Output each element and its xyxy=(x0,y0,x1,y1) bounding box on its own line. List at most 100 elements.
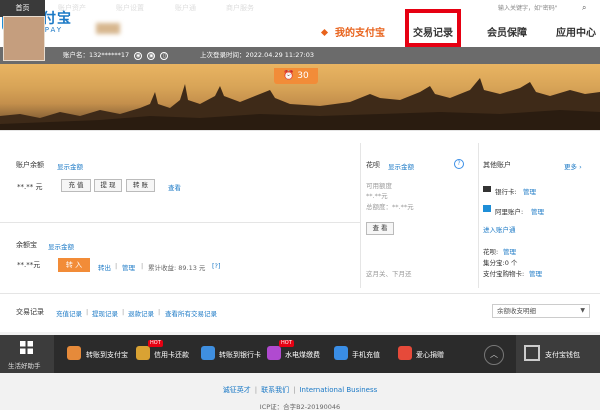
separator: | xyxy=(122,308,125,316)
huabei-account-label: 花呗: xyxy=(483,248,499,256)
recharge-button[interactable]: 充 值 xyxy=(61,179,91,192)
show-balance-link[interactable]: 显示金额 xyxy=(57,161,83,171)
avatar[interactable] xyxy=(3,16,45,61)
transfer-button[interactable]: 转 账 xyxy=(126,179,155,192)
alipay-wallet-label: 支付宝钱包 xyxy=(545,351,580,359)
subnav-home[interactable]: 首页 xyxy=(0,0,45,17)
footer-links: 诚征英才 | 联系我们 | International Business xyxy=(0,385,600,395)
grid-icon xyxy=(20,341,33,354)
search-icon[interactable]: ⌕ xyxy=(582,3,590,14)
huabei-view-button[interactable]: 查 看 xyxy=(366,222,394,235)
transfer-alipay-icon xyxy=(67,346,81,360)
subnav-settings[interactable]: 账户设置 xyxy=(116,0,144,17)
shopping-card-label: 支付宝购物卡: xyxy=(483,270,525,278)
utilities-icon xyxy=(267,346,281,360)
shopping-card-manage-link[interactable]: 管理 xyxy=(529,268,542,278)
trade-type-value: 余额收支明细 xyxy=(497,307,536,315)
username-redacted xyxy=(96,23,120,34)
bank-card-label: 银行卡: xyxy=(495,188,517,196)
contact-link[interactable]: 联系我们 xyxy=(261,386,289,394)
charity-donation-button[interactable]: 爱心捐赠 xyxy=(416,348,444,362)
search-input[interactable]: 输入关键字，如"密码" xyxy=(492,2,590,15)
help-icon[interactable]: ? xyxy=(454,159,464,169)
divider xyxy=(360,143,361,288)
credit-card-repay-button[interactable]: 信用卡还款 xyxy=(154,348,189,362)
more-label: 更多 xyxy=(564,163,577,171)
separator: | xyxy=(141,262,144,270)
icp-license: ICP证：合字B2-20190046 xyxy=(259,403,341,410)
separator: | xyxy=(86,308,89,316)
huabei-manage-link[interactable]: 管理 xyxy=(503,246,516,256)
recharge-records-link[interactable]: 充值记录 xyxy=(56,308,82,318)
yuebao-income: 累计收益: 89.13 元 xyxy=(148,264,206,272)
active-indicator-icon xyxy=(320,28,329,37)
manage-yuebao-link[interactable]: 管理 xyxy=(122,262,135,272)
separator: | xyxy=(158,308,161,316)
huabei-bill-note: 这月关、下月还 xyxy=(366,270,412,278)
avatar-tip-link[interactable]: 转账看头像，安全有保障 修改头像 xyxy=(124,26,216,35)
ali-account-manage-link[interactable]: 管理 xyxy=(531,206,544,216)
highlight-annotation xyxy=(405,9,461,47)
mobile-recharge-icon xyxy=(334,346,348,360)
credit-card-icon xyxy=(136,346,150,360)
huabei-available-label: 可用额度 xyxy=(366,182,392,190)
security-score-badge[interactable]: ⏰ 30 xyxy=(274,68,318,84)
subnav-assets[interactable]: 账户资产 xyxy=(58,0,86,17)
account-name-label: 账户名：132******17 xyxy=(63,51,130,59)
separator: | xyxy=(254,386,258,394)
last-login-time: 上次登录时间：2022.04.29 11:27:03 xyxy=(200,51,314,59)
transfer-to-bank-button[interactable]: 转账到银行卡 xyxy=(219,348,261,362)
qr-code-icon xyxy=(524,345,540,361)
more-link[interactable]: 更多 › xyxy=(564,161,582,171)
mobile-recharge-button[interactable]: 手机充值 xyxy=(352,348,380,362)
all-trade-records-link[interactable]: 查看所有交易记录 xyxy=(165,308,217,318)
nav-member-protection[interactable]: 会员保障 xyxy=(487,24,527,39)
bank-card-manage-link[interactable]: 管理 xyxy=(523,186,536,196)
international-link[interactable]: International Business xyxy=(299,386,377,394)
subnav-merchant[interactable]: 商户服务 xyxy=(226,0,254,17)
bank-transfer-icon xyxy=(201,346,215,360)
ali-account-label: 阿里账户: xyxy=(495,208,524,216)
transfer-out-link[interactable]: 转出 xyxy=(98,262,111,272)
hot-badge: HOT xyxy=(148,340,163,347)
life-assistant-label: 生活好助手 xyxy=(8,362,41,370)
phone-icon[interactable]: ▯ xyxy=(160,52,169,60)
nav-app-center[interactable]: 应用中心 xyxy=(556,24,596,39)
withdraw-button[interactable]: 提 现 xyxy=(94,179,122,192)
balance-amount: **.** 元 xyxy=(17,183,43,191)
show-yuebao-link[interactable]: 显示金额 xyxy=(48,241,74,251)
utilities-payment-button[interactable]: 水电煤缴费 xyxy=(285,348,320,362)
transfer-to-alipay-button[interactable]: 转账到支付宝 xyxy=(86,348,128,362)
lock-icon[interactable]: ▣ xyxy=(147,52,156,60)
huabei-total: 总额度：**.**元 xyxy=(366,203,414,211)
huabei-title: 花呗 xyxy=(366,161,380,169)
careers-link[interactable]: 诚征英才 xyxy=(223,386,251,394)
chevron-up-icon[interactable]: ︿ xyxy=(484,345,504,365)
hot-badge: HOT xyxy=(279,340,294,347)
jifenbao-count: 集分宝:0 个 xyxy=(483,259,518,267)
open-account-tong-link[interactable]: 进入账户通 xyxy=(483,224,516,234)
chevron-down-icon: ▼ xyxy=(580,307,585,314)
user-icon[interactable]: ◉ xyxy=(134,52,143,60)
view-balance-link[interactable]: 查看 xyxy=(168,182,181,192)
huabei-available-amount: **.**元 xyxy=(366,192,388,200)
nav-my-alipay-label: 我的支付宝 xyxy=(335,28,385,39)
trade-type-select[interactable]: 余额收支明细 ▼ xyxy=(492,304,590,318)
divider xyxy=(0,222,360,223)
subnav-account-tong[interactable]: 账户通 xyxy=(175,0,196,17)
bank-card-icon xyxy=(483,186,491,192)
show-huabei-link[interactable]: 显示金额 xyxy=(388,161,414,171)
other-accounts-title: 其他账户 xyxy=(483,161,511,169)
greeting-text: 中午好, xyxy=(63,27,93,37)
yuebao-title: 余额宝 xyxy=(16,241,37,249)
refund-records-link[interactable]: 退款记录 xyxy=(128,308,154,318)
balance-title: 账户余额 xyxy=(16,161,44,169)
account-name: 账户名：132******17 ◉ ▣ ▯ xyxy=(63,49,169,60)
separator: | xyxy=(115,262,118,270)
yuebao-help-link[interactable]: [?] xyxy=(212,262,221,270)
transfer-in-button[interactable]: 转 入 xyxy=(58,258,90,272)
separator: | xyxy=(293,386,296,394)
nav-my-alipay[interactable]: 我的支付宝 xyxy=(320,24,385,39)
trade-record-title: 交易记录 xyxy=(16,308,44,316)
withdraw-records-link[interactable]: 提现记录 xyxy=(92,308,118,318)
